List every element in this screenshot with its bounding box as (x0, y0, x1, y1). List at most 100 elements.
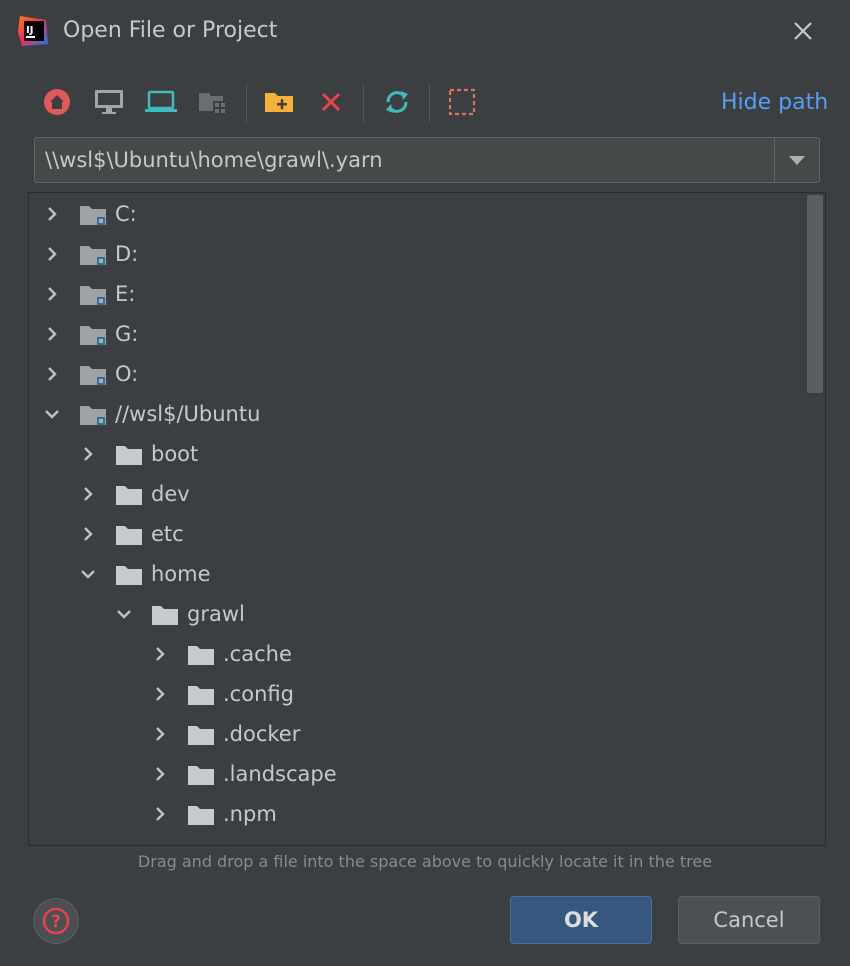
tree-node-label: home (151, 562, 211, 586)
folder-icon (188, 726, 214, 745)
chevron-right-icon[interactable] (79, 525, 97, 543)
toolbar-separator (429, 84, 430, 122)
toolbar-separator (246, 84, 247, 122)
tree-node[interactable]: home (29, 554, 799, 594)
folder-icon (188, 646, 214, 665)
refresh-button[interactable] (379, 84, 415, 120)
chevron-right-icon[interactable] (79, 485, 97, 503)
chevron-down-icon[interactable] (115, 605, 133, 623)
tree-node-label: grawl (187, 602, 245, 626)
drive-folder-icon (80, 206, 106, 225)
tree-node-label: //wsl$/Ubuntu (115, 402, 261, 426)
intellij-logo-icon: IJ (18, 16, 48, 46)
folder-icon (116, 446, 142, 465)
tree-node[interactable]: D: (29, 234, 799, 274)
home-icon (44, 89, 70, 115)
chevron-right-icon[interactable] (43, 365, 61, 383)
module-icon (199, 93, 225, 113)
chevron-right-icon[interactable] (43, 325, 61, 343)
tree-node[interactable]: boot (29, 434, 799, 474)
drive-folder-icon (80, 326, 106, 345)
drive-folder-icon (80, 246, 106, 265)
project-icon (145, 90, 177, 112)
file-tree[interactable]: C: D: E: G: O: //wsl$/Ubuntu boot dev etc home gra… (28, 192, 826, 846)
drag-drop-hint: Drag and drop a file into the space abov… (137, 852, 713, 871)
chevron-down-icon (789, 156, 805, 165)
help-button[interactable]: ? (33, 898, 79, 944)
tree-node[interactable]: .cache (29, 634, 799, 674)
path-input[interactable] (35, 138, 775, 182)
cancel-button[interactable]: Cancel (678, 896, 820, 944)
svg-text:IJ: IJ (26, 25, 33, 36)
chevron-right-icon[interactable] (151, 805, 169, 823)
tree-node[interactable]: C: (29, 194, 799, 234)
folder-icon (152, 606, 178, 625)
toolbar-separator (363, 84, 364, 122)
show-hidden-files-icon (448, 88, 476, 116)
tree-node[interactable]: .npm (29, 794, 799, 834)
chevron-right-icon[interactable] (151, 725, 169, 743)
tree-node[interactable]: .landscape (29, 754, 799, 794)
title-bar: IJ Open File or Project (0, 0, 850, 64)
svg-text:?: ? (51, 912, 61, 932)
desktop-icon (95, 90, 123, 114)
tree-node[interactable]: .config (29, 674, 799, 714)
folder-icon (116, 526, 142, 545)
project-button[interactable] (143, 84, 179, 120)
path-history-dropdown[interactable] (774, 138, 819, 182)
desktop-button[interactable] (91, 84, 127, 120)
hide-path-link[interactable]: Hide path (721, 90, 828, 115)
delete-icon (321, 92, 341, 112)
chevron-down-icon[interactable] (43, 405, 61, 423)
tree-node[interactable]: dev (29, 474, 799, 514)
show-hidden-files-button[interactable] (444, 84, 480, 120)
tree-node-label: .cache (223, 642, 292, 666)
chevron-right-icon[interactable] (151, 765, 169, 783)
tree-node-label: .docker (223, 722, 301, 746)
new-folder-button[interactable] (261, 84, 297, 120)
toolbar (36, 80, 486, 124)
chevron-right-icon[interactable] (151, 685, 169, 703)
tree-node[interactable]: E: (29, 274, 799, 314)
refresh-icon (386, 91, 408, 113)
chevron-right-icon[interactable] (151, 645, 169, 663)
chevron-right-icon[interactable] (43, 205, 61, 223)
folder-icon (188, 806, 214, 825)
tree-node[interactable] (29, 834, 799, 846)
tree-node[interactable]: O: (29, 354, 799, 394)
tree-node-label: C: (115, 202, 137, 226)
tree-node[interactable]: etc (29, 514, 799, 554)
tree-node[interactable]: .docker (29, 714, 799, 754)
ok-button[interactable]: OK (510, 896, 652, 944)
tree-node[interactable]: grawl (29, 594, 799, 634)
delete-button[interactable] (313, 84, 349, 120)
chevron-right-icon[interactable] (43, 245, 61, 263)
help-icon: ? (42, 907, 70, 935)
tree-node-label: D: (115, 242, 139, 266)
tree-node-label: .landscape (223, 762, 337, 786)
chevron-right-icon[interactable] (79, 445, 97, 463)
tree-scrollbar[interactable] (807, 195, 823, 393)
tree-node-label: .npm (223, 802, 277, 826)
tree-node-label: E: (115, 282, 136, 306)
module-button[interactable] (195, 84, 231, 120)
tree-node-label: G: (115, 322, 139, 346)
chevron-right-icon[interactable] (43, 285, 61, 303)
tree-node-label: boot (151, 442, 199, 466)
dialog-title: Open File or Project (63, 18, 278, 43)
tree-node-label: O: (115, 362, 139, 386)
folder-icon (187, 843, 215, 846)
tree-node[interactable]: //wsl$/Ubuntu (29, 394, 799, 434)
close-icon[interactable] (788, 16, 818, 46)
new-folder-icon (265, 93, 293, 112)
folder-icon (116, 486, 142, 505)
drive-folder-icon (80, 366, 106, 385)
drive-folder-icon (80, 286, 106, 305)
path-combobox (34, 137, 820, 183)
home-button[interactable] (39, 84, 75, 120)
tree-node-label: dev (151, 482, 190, 506)
tree-node-label: .config (223, 682, 294, 706)
chevron-down-icon[interactable] (79, 565, 97, 583)
chevron-right-icon[interactable] (151, 845, 169, 846)
tree-node[interactable]: G: (29, 314, 799, 354)
